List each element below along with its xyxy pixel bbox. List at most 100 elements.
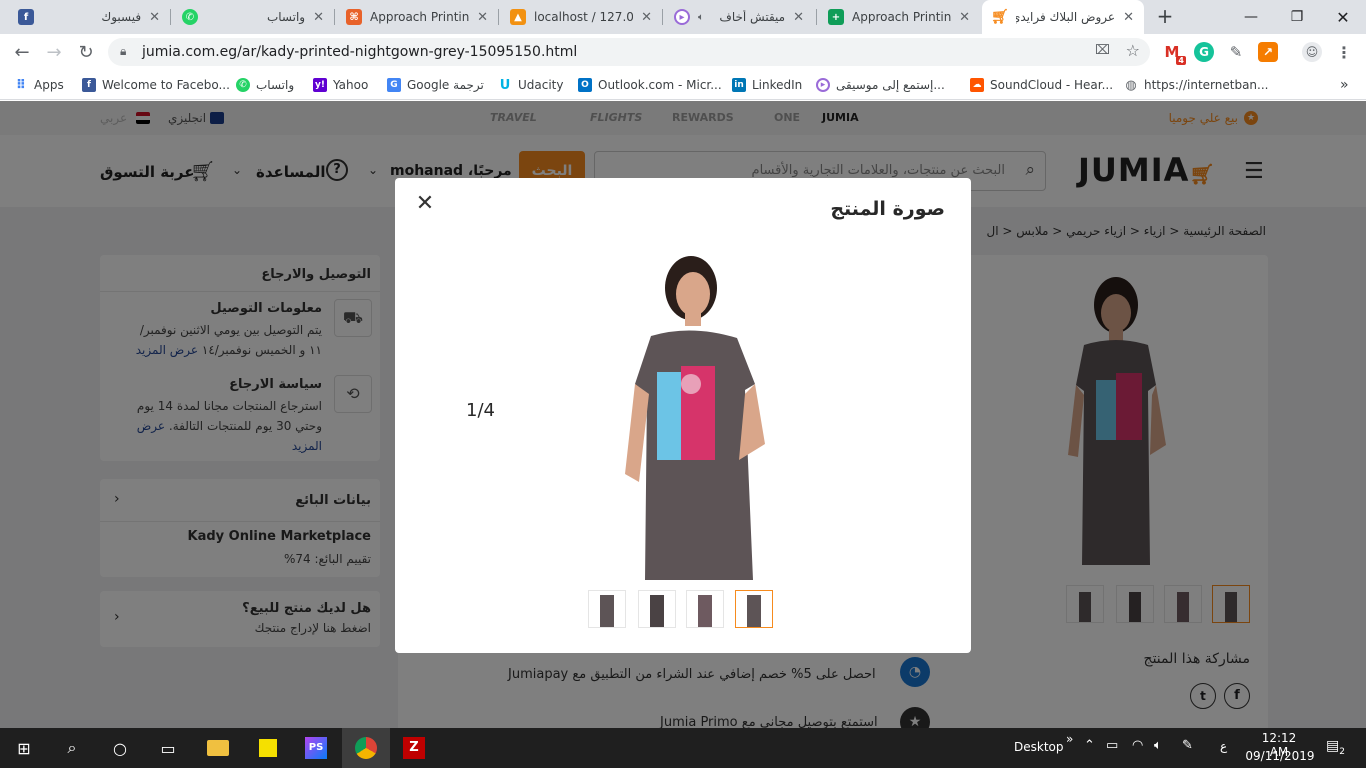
star-icon[interactable]: ☆ (1126, 41, 1140, 60)
apps-icon: ⠿ (15, 77, 27, 93)
approach-icon: ⌘ (346, 9, 362, 25)
bookmark-soundcloud[interactable]: ☁ SoundCloud - Hear... (970, 76, 1113, 94)
phpmyadmin-icon: ▲ (510, 9, 526, 25)
clock-date[interactable]: 09/11/2019 (1244, 749, 1316, 763)
address-toolbar: ← → ↻ 🔒︎ jumia.com.eg/ar/kady-printed-ni… (0, 34, 1366, 70)
bookmark-outlook[interactable]: O Outlook.com - Micr... (578, 76, 722, 94)
facebook-icon: f (82, 78, 96, 92)
more-bookmarks-icon[interactable]: » (1340, 76, 1349, 94)
pen-icon[interactable]: ✎ (1226, 42, 1246, 62)
tab-approach-sheets[interactable]: + Approach Printing ✕ (818, 0, 980, 34)
tab-title: Approach Printing (852, 10, 952, 24)
speaker-icon: 🔈︎ (698, 11, 704, 23)
back-arrow-icon[interactable]: ← (10, 40, 34, 64)
maximize-button[interactable]: ❐ (1274, 0, 1320, 34)
modal-thumbnail-1[interactable] (588, 590, 626, 628)
tab-music[interactable]: ▸ 🔈︎ ميقتش أخاف ✕ (664, 0, 814, 34)
linkedin-icon: in (732, 78, 746, 92)
bookmark-whatsapp[interactable]: ✆ واتساب (236, 76, 294, 94)
bookmark-facebook[interactable]: f Welcome to Facebo... (82, 76, 230, 94)
facebook-icon: f (18, 9, 34, 25)
translate-icon: G (387, 78, 401, 92)
action-center-icon[interactable]: ▤2 (1326, 738, 1345, 757)
gmail-icon[interactable]: M4 (1162, 42, 1186, 65)
bookmark-linkedin[interactable]: in LinkedIn (732, 76, 802, 94)
tab-title: فيسبوك (101, 10, 142, 24)
file-explorer-icon[interactable] (194, 728, 242, 768)
close-window-button[interactable]: ✕ (1320, 0, 1366, 34)
modal-thumbnail-2[interactable] (638, 590, 676, 628)
filezilla-icon[interactable]: Z (390, 728, 438, 768)
desktop-toolbar-label[interactable]: Desktop (1014, 740, 1064, 754)
menu-dots-icon[interactable]: ⋮ (1334, 42, 1354, 62)
minimize-button[interactable]: — (1228, 0, 1274, 34)
reload-icon[interactable]: ↻ (74, 40, 98, 64)
product-image-modal: صورة المنتج ✕ 1/4 (395, 178, 971, 653)
omnibox[interactable]: 🔒︎ jumia.com.eg/ar/kady-printed-nightgow… (108, 38, 1150, 66)
chrome-icon[interactable] (342, 728, 390, 768)
search-icon[interactable]: ⌕ (48, 728, 96, 768)
cortana-icon[interactable]: ○ (96, 728, 144, 768)
battery-icon[interactable]: ▭ (1106, 738, 1118, 753)
udacity-icon: U (498, 77, 512, 93)
close-icon[interactable]: ✕ (477, 10, 488, 25)
lock-icon: 🔒︎ (120, 44, 127, 58)
avatar[interactable]: ☺ (1302, 42, 1322, 62)
grammarly-icon[interactable]: G (1194, 42, 1214, 62)
music-icon: ▸ (674, 9, 690, 25)
tab-title: ميقتش أخاف (719, 10, 786, 24)
close-icon[interactable]: ✕ (959, 10, 970, 25)
browser-tab-bar: f فيسبوك ✕ ✆ واتساب ✕ ⌘ Approach Printin… (0, 0, 1366, 34)
modal-product-image[interactable] (605, 254, 775, 580)
outlook-icon: O (578, 78, 592, 92)
windows-taskbar: ⊞ ⌕ ○ ▭ PS Z Desktop » ⌃ ▭ ◠ 🔈︎ ✎ ع 12:1… (0, 728, 1366, 768)
bookmark-udacity[interactable]: U Udacity (498, 76, 564, 94)
modal-thumbnail-4-selected[interactable] (735, 590, 773, 628)
input-language[interactable]: ع (1220, 739, 1227, 753)
close-icon[interactable]: ✕ (1123, 10, 1134, 25)
translate-icon[interactable]: ⌧ (1095, 43, 1110, 58)
task-view-icon[interactable]: ▭ (144, 728, 192, 768)
chevron-icon[interactable]: » (1066, 732, 1073, 746)
tab-whatsapp[interactable]: ✆ واتساب ✕ (172, 0, 334, 34)
bookmark-internetbanking[interactable]: ◍ https://internetban... (1124, 76, 1268, 94)
image-counter: 1/4 (466, 400, 495, 421)
show-hidden-icons-icon[interactable]: ⌃ (1084, 738, 1095, 753)
pen-workspace-icon[interactable]: ✎ (1182, 738, 1193, 753)
bookmark-apps[interactable]: ⠿ Apps (14, 76, 64, 94)
bookmark-google-translate[interactable]: G Google ترجمة (387, 76, 484, 94)
modal-thumbnail-3[interactable] (686, 590, 724, 628)
forward-arrow-icon[interactable]: → (42, 40, 66, 64)
tab-approach-printing[interactable]: ⌘ Approach Printing ✕ (336, 0, 498, 34)
tab-title: localhost / 127.0.0. (534, 10, 634, 24)
close-icon[interactable]: ✕ (149, 10, 160, 25)
tab-jumia-active[interactable]: 🛒︎ عروض البلاك فرايدي ✕ (982, 0, 1144, 34)
new-tab-button[interactable]: + (1154, 5, 1176, 27)
soundcloud-icon: ☁ (970, 78, 984, 92)
yahoo-icon: y! (313, 78, 327, 92)
gmail-badge: 4 (1176, 56, 1186, 65)
chart-icon[interactable]: ↗ (1258, 42, 1278, 62)
sticky-notes-icon[interactable] (244, 728, 292, 768)
tab-title: عروض البلاك فرايدي (1016, 10, 1116, 24)
globe-icon: ◍ (1124, 77, 1138, 93)
sheets-icon: + (828, 9, 844, 25)
url-text: jumia.com.eg/ar/kady-printed-nightgown-g… (142, 44, 578, 60)
tab-facebook[interactable]: f فيسبوك ✕ (8, 0, 170, 34)
bookmark-music[interactable]: ▸ إستمع إلى موسيقى... (816, 76, 945, 94)
modal-title: صورة المنتج (830, 198, 945, 220)
jumia-cart-icon: 🛒︎ (991, 9, 1009, 25)
tab-title: Approach Printing (370, 10, 470, 24)
close-icon[interactable]: ✕ (641, 10, 652, 25)
windows-start-icon[interactable]: ⊞ (0, 728, 48, 768)
tab-title: واتساب (266, 10, 306, 24)
close-icon[interactable]: ✕ (413, 192, 437, 216)
volume-icon[interactable]: 🔈︎ (1154, 738, 1162, 753)
phpstorm-icon[interactable]: PS (292, 728, 340, 768)
close-icon[interactable]: ✕ (793, 10, 804, 25)
close-icon[interactable]: ✕ (313, 10, 324, 25)
tab-localhost[interactable]: ▲ localhost / 127.0.0. ✕ (500, 0, 662, 34)
whatsapp-icon: ✆ (236, 78, 250, 92)
wifi-icon[interactable]: ◠ (1132, 738, 1143, 753)
bookmark-yahoo[interactable]: y! Yahoo (313, 76, 368, 94)
